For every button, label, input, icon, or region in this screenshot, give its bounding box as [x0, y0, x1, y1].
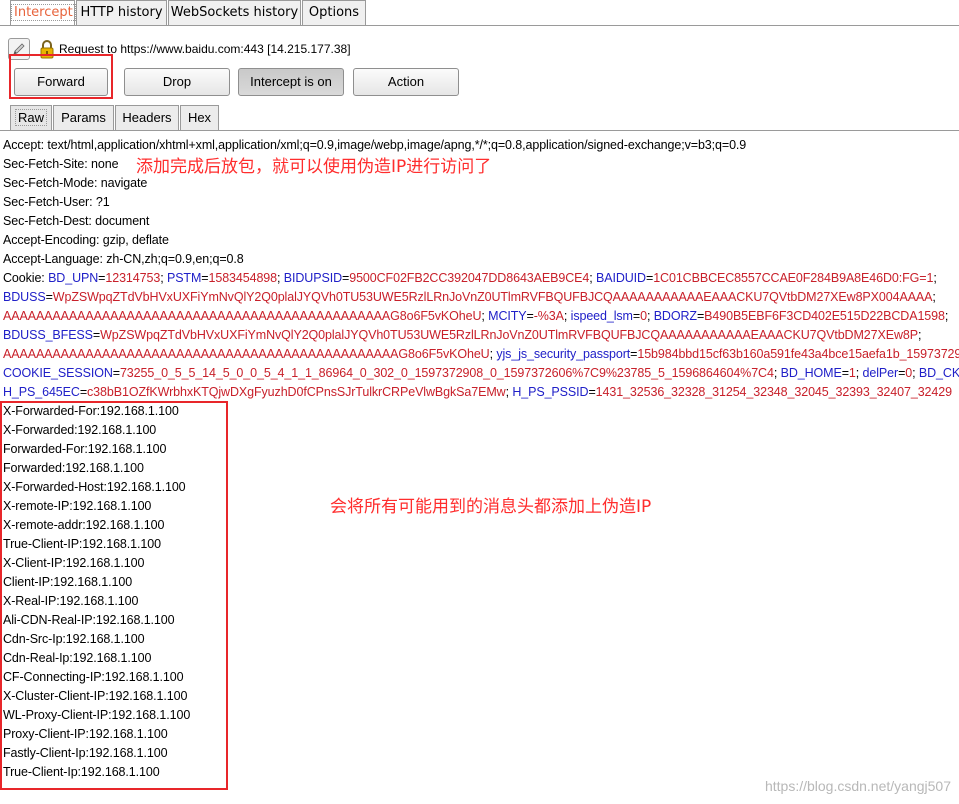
edit-pencil-icon[interactable]: [8, 38, 30, 60]
cookie-value: AAAAAAAAAAAAAAAAAAAAAAAAAAAAAAAAAAAAAAAA…: [3, 309, 482, 323]
cookie-key: BDORZ: [653, 309, 697, 323]
tab-intercept-label: Intercept: [11, 4, 76, 21]
cookie-key: BD_HOME: [780, 366, 842, 380]
tab-intercept[interactable]: Intercept: [10, 0, 76, 25]
cookie-value: B490B5EBF6F3CD402E515D22BCDA1598: [704, 309, 945, 323]
forged-header-line: X-Real-IP:192.168.1.100: [3, 594, 139, 608]
cookie-key: PSTM: [166, 271, 202, 285]
lock-icon: [40, 40, 54, 59]
watermark: https://blog.csdn.net/yangj507: [764, 778, 951, 794]
cookie-value: AAAAAAAAAAAAAAAAAAAAAAAAAAAAAAAAAAAAAAAA…: [3, 347, 490, 361]
cookie-line: BDUSS_BFESS=WpZSWpqZTdVbHVxUXFiYmNvQlY2Q…: [3, 328, 922, 342]
cookie-key: ispeed_lsm: [570, 309, 633, 323]
tab-headers-label: Headers: [122, 110, 172, 125]
cookie-key: H_PS_PSSID: [512, 385, 589, 399]
tab-http-history[interactable]: HTTP history: [76, 0, 167, 25]
forged-header-line: True-Client-IP:192.168.1.100: [3, 537, 161, 551]
forged-header-line: Fastly-Client-Ip:192.168.1.100: [3, 746, 168, 760]
cookie-value: 9500CF02FB2CC392047DD8643AEB9CE4: [349, 271, 590, 285]
tab-headers[interactable]: Headers: [115, 105, 179, 131]
header-line: Sec-Fetch-Mode: navigate: [3, 176, 148, 190]
cookie-header: Cookie: BD_UPN=12314753; PSTM=1583454898…: [3, 270, 959, 403]
tab-hex[interactable]: Hex: [180, 105, 219, 131]
top-tab-divider: [0, 25, 959, 26]
forged-header-line: Cdn-Real-Ip:192.168.1.100: [3, 651, 152, 665]
cookie-value: 1C01CBBCEC8557CCAE0F284B9A8E46D0:FG=1: [653, 271, 934, 285]
cookie-line: COOKIE_SESSION=73255_0_5_5_14_5_0_0_5_4_…: [3, 365, 959, 384]
cookie-key: MCITY: [488, 309, 527, 323]
forged-header-line: X-Cluster-Client-IP:192.168.1.100: [3, 689, 188, 703]
forged-header-line: Client-IP:192.168.1.100: [3, 575, 133, 589]
cookie-value: 0: [640, 309, 647, 323]
cookie-key: yjs_js_security_passport: [496, 347, 631, 361]
forged-header-line: Ali-CDN-Real-IP:192.168.1.100: [3, 613, 175, 627]
action-button[interactable]: Action: [353, 68, 459, 96]
cookie-line: H_PS_645EC=c38bB1OZfKWrbhxKTQjwDXgFyuzhD…: [3, 385, 952, 399]
cookie-key: BD_CK_SAM: [918, 366, 959, 380]
cookie-value: c38bB1OZfKWrbhxKTQjwDXgFyuzhD0fCPnsSJrTu…: [87, 385, 506, 399]
header-line: Sec-Fetch-User: ?1: [3, 195, 110, 209]
forged-header-line: Cdn-Src-Ip:192.168.1.100: [3, 632, 145, 646]
header-line: Accept-Encoding: gzip, deflate: [3, 233, 169, 247]
raw-request-editor[interactable]: Accept: text/html,application/xhtml+xml,…: [3, 137, 959, 783]
forged-header-line: Forwarded:192.168.1.100: [3, 461, 144, 475]
intercept-toggle-button[interactable]: Intercept is on: [238, 68, 344, 96]
tab-options[interactable]: Options: [302, 0, 366, 25]
forged-header-line: Forwarded-For:192.168.1.100: [3, 442, 167, 456]
cookie-line: Cookie: BD_UPN=12314753; PSTM=1583454898…: [3, 271, 937, 285]
tab-params[interactable]: Params: [53, 105, 114, 131]
forward-button[interactable]: Forward: [14, 68, 108, 96]
cookie-key: H_PS_645EC: [3, 385, 80, 399]
forged-header-line: X-Forwarded:192.168.1.100: [3, 423, 157, 437]
request-info: Request to https://www.baidu.com:443 [14…: [8, 37, 351, 61]
forged-header-line: CF-Connecting-IP:192.168.1.100: [3, 670, 184, 684]
tab-websockets-history-label: WebSockets history: [170, 5, 299, 20]
tab-websockets-history[interactable]: WebSockets history: [168, 0, 301, 25]
forged-header-line: Proxy-Client-IP:192.168.1.100: [3, 727, 168, 741]
headers-annotation: 会将所有可能用到的消息头都添加上伪造IP: [330, 497, 652, 517]
forward-annotation: 添加完成后放包，就可以使用伪造IP进行访问了: [136, 157, 492, 177]
top-tab-bar: Intercept HTTP history WebSockets histor…: [0, 0, 959, 26]
cookie-value: 1: [848, 366, 856, 380]
forged-header-line: X-remote-addr:192.168.1.100: [3, 518, 165, 532]
cookie-key: delPer: [862, 366, 899, 380]
forged-header-line: WL-Proxy-Client-IP:192.168.1.100: [3, 708, 191, 722]
tab-raw-label: Raw: [14, 109, 47, 126]
cookie-value: WpZSWpqZTdVbHVxUXFiYmNvQlY2Q0plalJYQVh0T…: [100, 328, 918, 342]
forged-ip-headers: X-Forwarded-For:192.168.1.100 X-Forwarded…: [3, 403, 959, 783]
tab-options-label: Options: [308, 5, 360, 20]
header-line: Accept-Language: zh-CN,zh;q=0.9,en;q=0.8: [3, 252, 244, 266]
cookie-value: 0: [905, 366, 913, 380]
cookie-key: BAIDUID: [595, 271, 646, 285]
sub-tab-divider: [0, 130, 959, 131]
cookie-key: BDUSS_BFESS: [3, 328, 93, 342]
cookie-value: 73255_0_5_5_14_5_0_0_5_4_1_1_86964_0_302…: [119, 366, 774, 380]
forged-header-line: X-Forwarded-For:192.168.1.100: [3, 404, 179, 418]
cookie-value: 1583454898: [208, 271, 278, 285]
tab-http-history-label: HTTP history: [80, 5, 163, 20]
request-target: Request to https://www.baidu.com:443 [14…: [59, 42, 351, 56]
cookie-key: BD_UPN: [48, 271, 99, 285]
cookie-value: -%3A: [533, 309, 564, 323]
cookie-key: BDUSS: [3, 290, 46, 304]
header-line: Sec-Fetch-Dest: document: [3, 214, 150, 228]
forged-header-line: X-Client-IP:192.168.1.100: [3, 556, 145, 570]
cookie-line: BDUSS=WpZSWpqZTdVbHVxUXFiYmNvQlY2Q0plalJ…: [3, 290, 936, 304]
cookie-value: 12314753: [105, 271, 161, 285]
tab-params-label: Params: [61, 110, 106, 125]
cookie-value: WpZSWpqZTdVbHVxUXFiYmNvQlY2Q0plalJYQVh0T…: [52, 290, 933, 304]
cookie-prefix: Cookie:: [3, 271, 49, 285]
drop-button[interactable]: Drop: [124, 68, 230, 96]
cookie-value: 1431_32536_32328_31254_32348_32045_32393…: [595, 385, 952, 399]
cookie-key: COOKIE_SESSION: [3, 366, 113, 380]
tab-raw[interactable]: Raw: [10, 105, 52, 131]
cookie-key: BIDUPSID: [283, 271, 343, 285]
cookie-line: AAAAAAAAAAAAAAAAAAAAAAAAAAAAAAAAAAAAAAAA…: [3, 309, 949, 323]
cookie-line: AAAAAAAAAAAAAAAAAAAAAAAAAAAAAAAAAAAAAAAA…: [3, 346, 959, 365]
tab-hex-label: Hex: [187, 110, 212, 125]
cookie-value: 15b984bbd15cf63b160a591fe43a4bce15aefa1b…: [637, 347, 959, 361]
